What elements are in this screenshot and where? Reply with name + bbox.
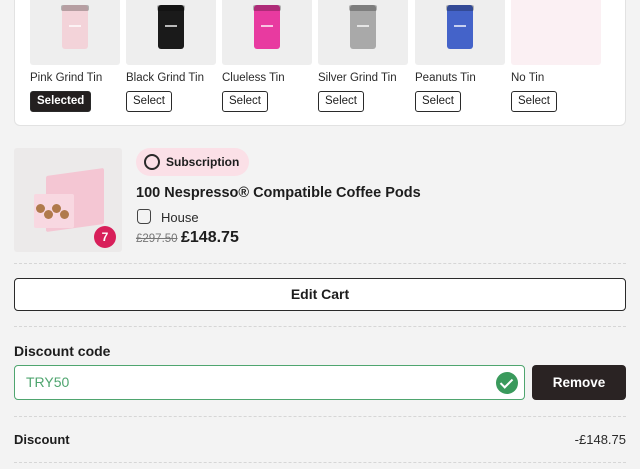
divider (14, 326, 626, 327)
pod-shape (60, 210, 69, 219)
tin-can-image (253, 5, 281, 49)
tin-can-image (349, 5, 377, 49)
tin-thumbnail[interactable] (222, 0, 312, 65)
divider (14, 263, 626, 264)
refresh-icon (144, 154, 160, 170)
tin-thumbnail[interactable] (415, 0, 505, 65)
discount-code-label: Discount code (14, 343, 111, 359)
tin-name: Pink Grind Tin (30, 72, 103, 84)
subscription-badge: Subscription (136, 148, 250, 176)
tin-name: Peanuts Tin (415, 72, 476, 84)
product-variant: House (161, 210, 199, 225)
tin-option[interactable]: Clueless Tin Select (222, 0, 312, 112)
check-circle-icon (496, 372, 518, 394)
tin-select-button[interactable]: Select (511, 91, 557, 112)
divider (14, 462, 626, 463)
tin-option[interactable]: Pink Grind Tin Selected (30, 0, 120, 112)
tin-can-image (446, 5, 474, 49)
tin-thumbnail[interactable] (126, 0, 216, 65)
discount-row-value: -£148.75 (574, 432, 626, 447)
tin-option[interactable]: Peanuts Tin Select (415, 0, 505, 112)
tin-option[interactable]: Silver Grind Tin Select (318, 0, 408, 112)
tin-option[interactable]: Black Grind Tin Select (126, 0, 216, 112)
tin-select-button[interactable]: Select (126, 91, 172, 112)
tin-name: Black Grind Tin (126, 72, 204, 84)
tin-name: Silver Grind Tin (318, 72, 397, 84)
pod-shape (44, 210, 53, 219)
tin-can-image (157, 5, 185, 49)
discount-row-label: Discount (14, 432, 70, 447)
coffee-bag-icon (137, 209, 151, 224)
tin-name: Clueless Tin (222, 72, 285, 84)
tin-thumbnail[interactable] (511, 0, 601, 65)
tin-thumbnail[interactable] (318, 0, 408, 65)
product-title[interactable]: 100 Nespresso® Compatible Coffee Pods (136, 185, 421, 201)
original-price: £297.50 (136, 233, 178, 245)
current-price: £148.75 (181, 229, 239, 246)
discount-code-input[interactable]: TRY50 (14, 365, 525, 400)
tin-name: No Tin (511, 72, 545, 84)
subscription-label: Subscription (166, 155, 240, 169)
tin-option[interactable]: No Tin Select (511, 0, 601, 112)
tin-selected-button[interactable]: Selected (30, 91, 92, 112)
tin-can-image (61, 5, 89, 49)
tin-select-button[interactable]: Select (222, 91, 268, 112)
edit-cart-button[interactable]: Edit Cart (14, 278, 626, 311)
tin-select-button[interactable]: Select (318, 91, 364, 112)
tin-select-button[interactable]: Select (415, 91, 461, 112)
tin-thumbnail[interactable] (30, 0, 120, 65)
quantity-badge: 7 (94, 226, 116, 248)
remove-discount-button[interactable]: Remove (532, 365, 626, 400)
divider (14, 416, 626, 417)
tin-selector-card: Pink Grind Tin Selected Black Grind Tin Sel… (14, 0, 626, 126)
